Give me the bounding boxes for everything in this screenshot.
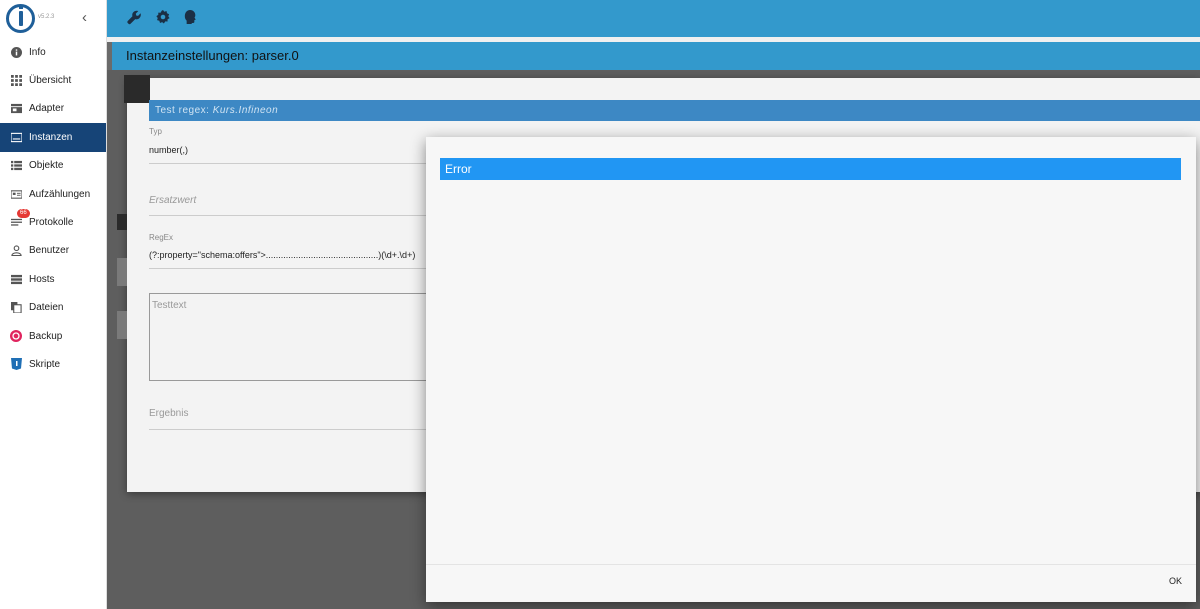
testtext-textarea[interactable]: Testtext	[149, 293, 429, 381]
sidebar: v5.2.3 ‹ Info Übersicht Adapter Instanze…	[0, 0, 107, 609]
ergebnis-underline	[149, 429, 429, 430]
sidebar-item-objekte[interactable]: Objekte	[0, 152, 106, 180]
typ-label: Typ	[149, 127, 162, 136]
sidebar-item-adapter[interactable]: Adapter	[0, 95, 106, 123]
ersatzwert-underline	[149, 215, 429, 216]
sidebar-item-info[interactable]: Info	[0, 38, 106, 66]
regex-underline	[149, 268, 429, 269]
sidebar-item-benutzer[interactable]: Benutzer	[0, 237, 106, 265]
gear-icon[interactable]	[156, 10, 170, 27]
grid-icon	[10, 75, 22, 87]
log-icon	[10, 217, 22, 229]
top-toolbar	[107, 0, 1200, 37]
wrench-icon[interactable]	[127, 10, 142, 28]
sidebar-item-label: Benutzer	[29, 245, 70, 257]
typ-underline	[149, 163, 429, 164]
sidebar-item-uebersicht[interactable]: Übersicht	[0, 66, 106, 94]
sidebar-item-dateien[interactable]: Dateien	[0, 294, 106, 322]
iobroker-logo[interactable]	[6, 4, 35, 33]
sidebar-item-protokolle[interactable]: 66 Protokolle	[0, 208, 106, 236]
backup-icon	[10, 330, 22, 343]
background-strip	[117, 258, 127, 286]
sidebar-item-label: Objekte	[29, 160, 64, 172]
info-icon	[10, 46, 22, 58]
version-label: v5.2.3	[38, 14, 55, 20]
error-dialog: Error OK	[426, 137, 1196, 602]
test-regex-name: Kurs.Infineon	[212, 105, 279, 116]
sidebar-item-hosts[interactable]: Hosts	[0, 265, 106, 293]
sidebar-item-label: Protokolle	[29, 217, 74, 229]
page-title: Instanzeinstellungen: parser.0	[112, 42, 1200, 70]
sidebar-item-backup[interactable]: Backup	[0, 322, 106, 350]
error-dialog-title: Error	[440, 158, 1181, 180]
ersatzwert-field[interactable]: Ersatzwert	[149, 195, 196, 206]
instances-icon	[10, 131, 22, 143]
sidebar-item-label: Übersicht	[29, 75, 72, 87]
protokolle-count-badge: 66	[17, 209, 30, 219]
regex-label: RegEx	[149, 233, 174, 242]
background-logo-block	[124, 75, 150, 103]
sidebar-item-label: Aufzählungen	[29, 188, 91, 200]
sidebar-item-label: Skripte	[29, 358, 61, 370]
hosts-icon	[10, 273, 22, 285]
regex-input[interactable]: (?:property="schema:offers">............…	[149, 250, 426, 260]
testtext-placeholder: Testtext	[152, 300, 187, 311]
error-dialog-divider	[426, 564, 1196, 565]
typ-select[interactable]: number(,)	[149, 145, 188, 155]
sidebar-item-label: Instanzen	[29, 131, 73, 143]
background-block	[117, 214, 127, 230]
sidebar-item-aufzaehlungen[interactable]: Aufzählungen	[0, 180, 106, 208]
test-regex-prefix: Test regex:	[155, 105, 210, 116]
logo-row: v5.2.3 ‹	[0, 0, 106, 38]
files-icon	[10, 302, 22, 314]
sidebar-item-label: Adapter	[29, 103, 65, 115]
list-icon	[10, 160, 22, 172]
ergebnis-field: Ergebnis	[149, 408, 189, 419]
ok-button[interactable]: OK	[1167, 573, 1184, 589]
sidebar-item-label: Info	[29, 46, 46, 58]
sidebar-item-instanzen[interactable]: Instanzen	[0, 123, 106, 152]
sidebar-nav: Info Übersicht Adapter Instanzen Objekte	[0, 38, 106, 379]
user-icon	[10, 245, 22, 257]
sidebar-item-label: Dateien	[29, 302, 64, 314]
background-strip	[117, 311, 127, 339]
test-regex-header: Test regex: Kurs.Infineon	[149, 100, 1200, 121]
sidebar-item-label: Backup	[29, 330, 63, 342]
scripts-icon	[10, 358, 22, 371]
expert-head-icon[interactable]	[184, 10, 197, 27]
store-icon	[10, 103, 22, 115]
enum-icon	[10, 188, 22, 200]
collapse-sidebar-icon[interactable]: ‹	[82, 9, 87, 27]
sidebar-item-label: Hosts	[29, 273, 55, 285]
sidebar-item-skripte[interactable]: Skripte	[0, 350, 106, 378]
